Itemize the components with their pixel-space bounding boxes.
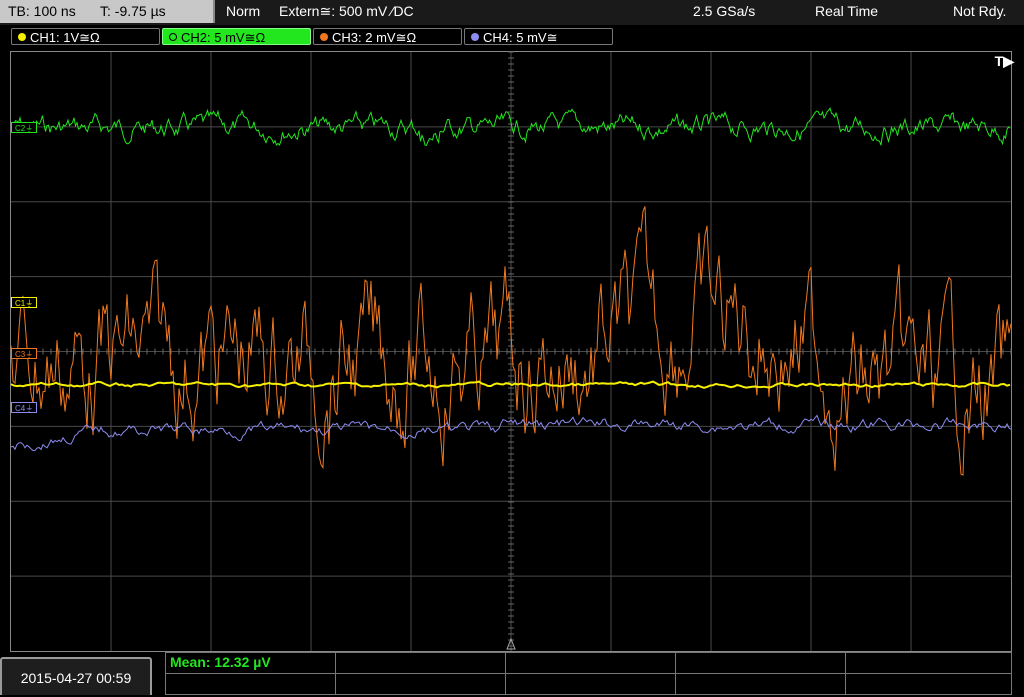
mean-measurement: Mean: 12.32 µV [170,654,271,670]
measurement-cell[interactable]: Mean: 12.32 µV [166,653,336,674]
measurement-cell[interactable] [506,674,676,695]
measurement-cell[interactable] [336,653,506,674]
trigger-indicator-icon: T▶ [994,53,1014,69]
measurement-panel[interactable]: Mean: 12.32 µV [165,652,1012,695]
channel-3-offset-marker[interactable]: C3⏚ [11,348,38,359]
measurement-cell[interactable] [506,653,676,674]
channel-1-offset-marker[interactable]: C1⏚ [11,297,38,308]
measurement-cell[interactable] [336,674,506,695]
waveform-canvas [10,51,1012,651]
measurement-cell[interactable] [846,653,1012,674]
measurement-cell[interactable] [676,653,846,674]
measurement-cell[interactable] [676,674,846,695]
measurement-cell[interactable] [846,674,1012,695]
bottom-bar: 2015-04-27 00:59 Mean: 12.32 µV [0,652,1024,695]
measurement-cell[interactable] [166,674,336,695]
date-time-display: 2015-04-27 00:59 [0,657,152,695]
channel-4-offset-marker[interactable]: C4⏚ [11,402,38,413]
channel-2-offset-marker[interactable]: C2⏚ [11,122,38,133]
